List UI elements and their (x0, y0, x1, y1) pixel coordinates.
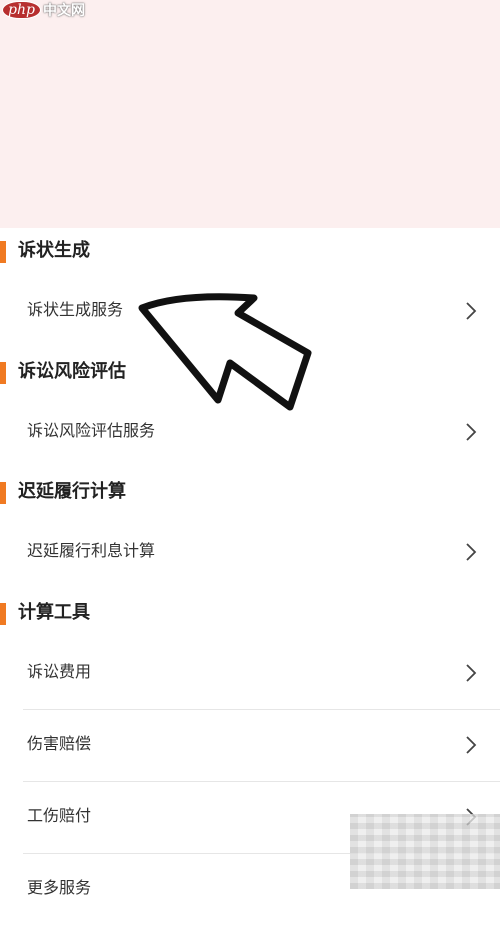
pointer-arrow-icon (130, 283, 330, 418)
section-accent-bar (0, 241, 6, 263)
chevron-right-icon (464, 421, 478, 443)
list-item-label: 诉讼风险评估服务 (27, 421, 156, 440)
top-banner: php 中文网 (0, 0, 500, 228)
list-item-injury-compensation[interactable]: 伤害赔偿 (0, 710, 500, 782)
section-title: 诉讼风险评估 (18, 361, 126, 382)
list-item-label: 迟延履行利息计算 (27, 541, 156, 560)
chevron-right-icon (464, 541, 478, 563)
watermark-site-name: 中文网 (42, 3, 85, 19)
section-title: 迟延履行计算 (18, 481, 126, 502)
pixelated-watermark (350, 814, 500, 889)
section-accent-bar (0, 362, 6, 384)
list-item-label: 伤害赔偿 (27, 734, 92, 753)
section-title: 计算工具 (18, 602, 90, 623)
section-title: 诉状生成 (18, 240, 90, 261)
chevron-right-icon (464, 662, 478, 684)
section-header-complaint: 诉状生成 (0, 231, 500, 271)
chevron-right-icon (464, 734, 478, 756)
watermark-php-text: php (2, 1, 41, 19)
section-header-delay: 迟延履行计算 (0, 472, 500, 512)
list-item-delay-interest[interactable]: 迟延履行利息计算 (0, 517, 500, 589)
list-item-label: 工伤赔付 (27, 806, 92, 825)
chevron-right-icon (464, 300, 478, 322)
list-item-litigation-fee[interactable]: 诉讼费用 (0, 638, 500, 710)
list-item-label: 更多服务 (27, 878, 92, 897)
section-accent-bar (0, 603, 6, 625)
section-header-tools: 计算工具 (0, 593, 500, 633)
list-item-label: 诉讼费用 (27, 662, 92, 681)
list-item-label: 诉状生成服务 (27, 300, 124, 319)
watermark-logo: php 中文网 (2, 0, 85, 20)
section-accent-bar (0, 482, 6, 504)
